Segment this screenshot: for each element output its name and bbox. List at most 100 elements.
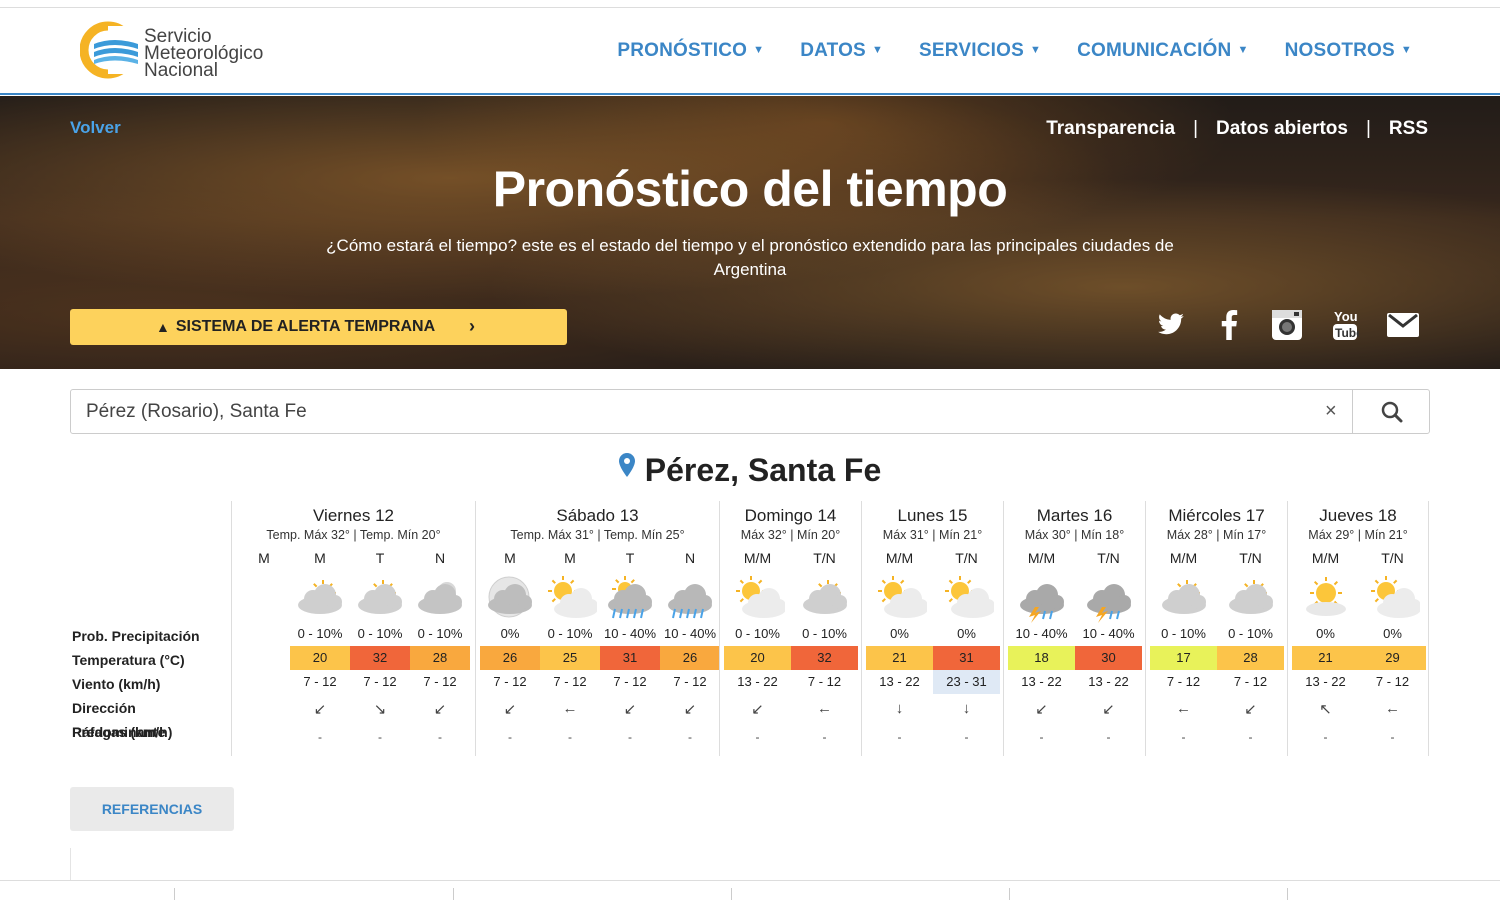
forecast-day: Miércoles 17 Máx 28° | Mín 17° M/M 0 - 10% 1… [1145,501,1287,756]
chevron-down-icon: ▼ [1400,44,1412,56]
facebook-icon[interactable] [1212,308,1246,342]
gusts-value: - [822,730,827,744]
wind-direction-icon: ↙ [1244,701,1257,718]
gusts-value: - [628,730,632,744]
wind-speed: 13 - 22 [1305,674,1346,689]
partly-cloudy-icon [353,573,407,619]
gusts-value: - [1181,730,1186,744]
wind-speed: 13 - 22 [879,674,920,689]
link-datos-abiertos[interactable]: Datos abiertos [1216,118,1348,140]
forecast-period: T/N 0 - 10% 32 7 - 12 ← - [791,501,858,756]
top-links: Transparencia | Datos abiertos | RSS [1046,118,1428,140]
nav-pronostico[interactable]: PRONÓSTICO ▼ [617,40,764,62]
page-subtitle: ¿Cómo estará el tiempo? este es el estad… [326,236,1174,279]
forecast-period: M 0 - 10% 20 7 - 12 ↙ - [290,501,350,756]
wind-speed: 7 - 12 [1166,674,1201,689]
period-label: M [564,550,576,566]
precipitation-probability: 0% [1383,626,1402,641]
city-search: × [70,389,1430,434]
map-pin-icon [618,448,635,485]
divider [1287,888,1288,900]
clear-icon[interactable]: × [1325,400,1337,423]
smn-logo[interactable]: Servicio Meteorológico Nacional [80,18,280,82]
youtube-icon[interactable]: You Tube [1328,308,1362,342]
forecast-period: M 0 - 10% 25 7 - 12 ← - [540,501,600,756]
site-header: Servicio Meteorológico Nacional PRONÓSTI… [0,8,1500,95]
precipitation-probability: 0 - 10% [802,626,847,641]
partly-cloudy-icon [293,573,347,619]
nav-comunicacion-label: COMUNICACIÓN [1077,40,1232,61]
wind-direction-icon: ↖ [1319,701,1332,718]
forecast-period: M/M 0% 21 13 - 22 ↓ - [866,501,933,756]
alert-system-button[interactable]: ▲ SISTEMA DE ALERTA TEMPRANA › [70,309,567,345]
wind-speed: 7 - 12 [807,674,842,689]
wind-direction-icon: ↙ [683,701,697,718]
hero-banner: Volver Transparencia | Datos abiertos | … [0,96,1500,369]
wind-direction-icon: ↙ [1035,701,1048,718]
wind-direction-icon: ↙ [623,701,637,718]
gusts-value: - [755,730,760,744]
location-heading: Pérez, Santa Fe [0,448,1500,489]
wind-direction-icon: ↙ [751,701,764,718]
wind-speed: 13 - 22 [1021,674,1062,689]
gusts-value: - [1039,730,1044,744]
top-border [0,0,1500,8]
cloudy-moon-icon [483,573,537,619]
link-transparencia[interactable]: Transparencia [1046,118,1175,140]
separator: | [1193,118,1198,139]
period-label: M/M [1169,550,1198,566]
period-label: T/N [955,550,978,566]
nav-nosotros[interactable]: NOSOTROS ▼ [1285,40,1412,62]
precipitation-probability: 0% [500,626,520,641]
precipitation-probability: 0% [957,626,976,641]
partly-cloudy-icon [798,573,852,619]
forecast-period: M/M 10 - 40% 18 13 - 22 ↙ - [1008,501,1075,756]
gusts-value: - [1106,730,1111,744]
partly-cloudy-icon [1224,573,1278,619]
temperature-cell: 20 [724,646,791,670]
main-nav: PRONÓSTICO ▼ DATOS ▼ SERVICIOS ▼ COMUNICACI… [617,40,1412,62]
references-button[interactable]: REFERENCIAS [70,787,234,831]
chevron-down-icon: ▼ [753,44,765,56]
page-title: Pronóstico del tiempo [492,161,1008,217]
wind-speed: 7 - 12 [363,674,397,689]
temperature-cell: 26 [660,646,720,670]
wind-speed: 7 - 12 [613,674,647,689]
wind-direction-icon: ← [817,700,832,717]
nav-datos[interactable]: DATOS ▼ [800,40,883,62]
precipitation-probability: 0 - 10% [1228,626,1273,641]
back-link[interactable]: Volver [70,118,121,138]
temperature-cell: 17 [1150,646,1217,670]
divider [453,888,454,900]
forecast-day: Jueves 18 Máx 29° | Mín 21° M/M 0% 21 13 - 22… [1287,501,1429,756]
precipitation-probability: 0% [890,626,909,641]
search-button[interactable] [1352,390,1430,433]
social-links: You Tube [1154,308,1420,342]
gusts-value: - [378,730,382,744]
forecast-period: N 10 - 40% 26 7 - 12 ↙ - [660,501,720,756]
search-input[interactable] [71,390,1351,433]
wind-direction-icon: ← [1176,700,1191,717]
nav-comunicacion[interactable]: COMUNICACIÓN ▼ [1077,40,1249,62]
gusts-value: - [897,730,902,744]
gusts-value: - [1248,730,1253,744]
logo-text: Servicio Meteorológico Nacional [144,27,263,80]
smn-logo-icon [80,21,142,79]
temperature-cell: 28 [410,646,470,670]
nav-servicios[interactable]: SERVICIOS ▼ [919,40,1041,62]
twitter-icon[interactable] [1154,308,1188,342]
forecast-period: T/N 0% 31 23 - 31 ↓ - [933,501,1000,756]
forecast-day: Sábado 13 Temp. Máx 31° | Temp. Mín 25° M 0… [475,501,720,756]
period-label: M/M [1311,550,1340,566]
label-temperature: Temperatura (°C) [72,652,185,668]
link-rss[interactable]: RSS [1389,118,1428,140]
email-icon[interactable] [1386,308,1420,342]
instagram-icon[interactable] [1270,308,1304,342]
divider [70,848,71,880]
forecast-day: Lunes 15 Máx 31° | Mín 21° M/M 0% 21 13 - 22 ↓… [861,501,1003,756]
wind-speed: 13 - 22 [737,674,778,689]
separator: | [1365,118,1371,139]
wind-speed: 7 - 12 [1375,674,1410,689]
search-icon [1381,401,1402,422]
period-label: M [504,550,516,566]
